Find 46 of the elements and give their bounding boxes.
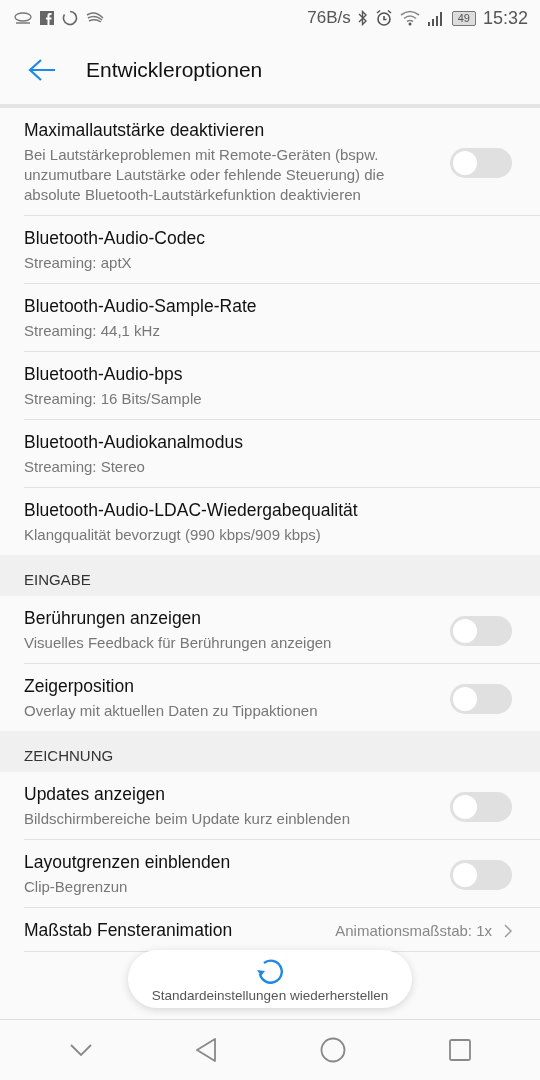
sync-icon xyxy=(62,10,78,26)
setting-description: Clip-Begrenzun xyxy=(24,877,129,897)
toggle-switch[interactable] xyxy=(450,859,512,890)
setting-title[interactable]: Maßstab Fensteranimation xyxy=(24,920,324,941)
setting-description: Klangqualität bevorzugt (990 kbps/909 kbps) xyxy=(24,525,322,545)
home-icon[interactable] xyxy=(319,1037,346,1063)
setting-title[interactable]: Bluetooth-Audio-LDAC-Wiedergabequalität xyxy=(24,500,512,521)
battery-level: 49 xyxy=(451,10,476,26)
setting-title[interactable]: Bluetooth-Audio-bps xyxy=(24,364,512,385)
setting-description: Visuelles Feedback für Berührungen anzeigen xyxy=(24,633,333,653)
chevron-right-icon xyxy=(504,923,512,938)
setting-title[interactable]: Bluetooth-Audio-Sample-Rate xyxy=(24,296,512,317)
setting-title[interactable]: Maximallautstärke deaktivieren xyxy=(24,120,438,141)
setting-description: Bei Lautstärkeproblemen mit Remote-Geräten (bspw. unzumutbare Lautstärke oder fehlende Steuerung) die absolute Bluetooth-Lautstärkefunktion deaktivieren xyxy=(24,145,386,205)
network-speed: 76B/s xyxy=(307,8,351,28)
setting-description: Streaming: 44,1 kHz xyxy=(24,321,161,341)
signal-icon xyxy=(426,10,445,26)
setting-title[interactable]: Bluetooth-Audiokanalmodus xyxy=(24,432,512,453)
setting-description: Bildschirmbereiche beim Update kurz einblenden xyxy=(24,809,351,829)
toggle-switch[interactable] xyxy=(450,791,512,822)
chevron-down-icon[interactable] xyxy=(69,1044,92,1056)
back-icon[interactable] xyxy=(28,58,56,82)
setting-title[interactable]: Zeigerposition xyxy=(24,676,438,697)
toast-message: Standardeinstellungen wiederherstellen xyxy=(151,987,389,1003)
clock-time: 15:32 xyxy=(482,7,528,29)
wifi-icon xyxy=(399,10,420,26)
setting-description: Overlay mit aktuellen Daten zu Tippaktionen xyxy=(24,701,319,721)
toggle-switch[interactable] xyxy=(450,615,512,646)
setting-description: Streaming: Stereo xyxy=(24,457,146,477)
bluetooth-icon xyxy=(357,10,368,26)
back-icon[interactable] xyxy=(194,1038,217,1062)
alarm-icon xyxy=(374,9,393,27)
toggle-switch[interactable] xyxy=(450,147,512,178)
setting-title[interactable]: Updates anzeigen xyxy=(24,784,438,805)
section-header: ZEICHNUNG xyxy=(0,731,540,772)
section-header: EINGABE xyxy=(0,555,540,596)
facebook-icon xyxy=(40,11,54,25)
setting-title[interactable]: Layoutgrenzen einblenden xyxy=(24,852,438,873)
recents-icon[interactable] xyxy=(448,1039,471,1061)
toggle-switch[interactable] xyxy=(450,683,512,714)
setting-description: Streaming: aptX xyxy=(24,253,133,273)
setting-title[interactable]: Bluetooth-Audio-Codec xyxy=(24,228,512,249)
setting-value: Animationsmaßstab: 1x xyxy=(335,922,492,939)
page-title: Entwickleroptionen xyxy=(86,58,263,82)
setting-title[interactable]: Berührungen anzeigen xyxy=(24,608,438,629)
setting-description: Streaming: 16 Bits/Sample xyxy=(24,389,203,409)
